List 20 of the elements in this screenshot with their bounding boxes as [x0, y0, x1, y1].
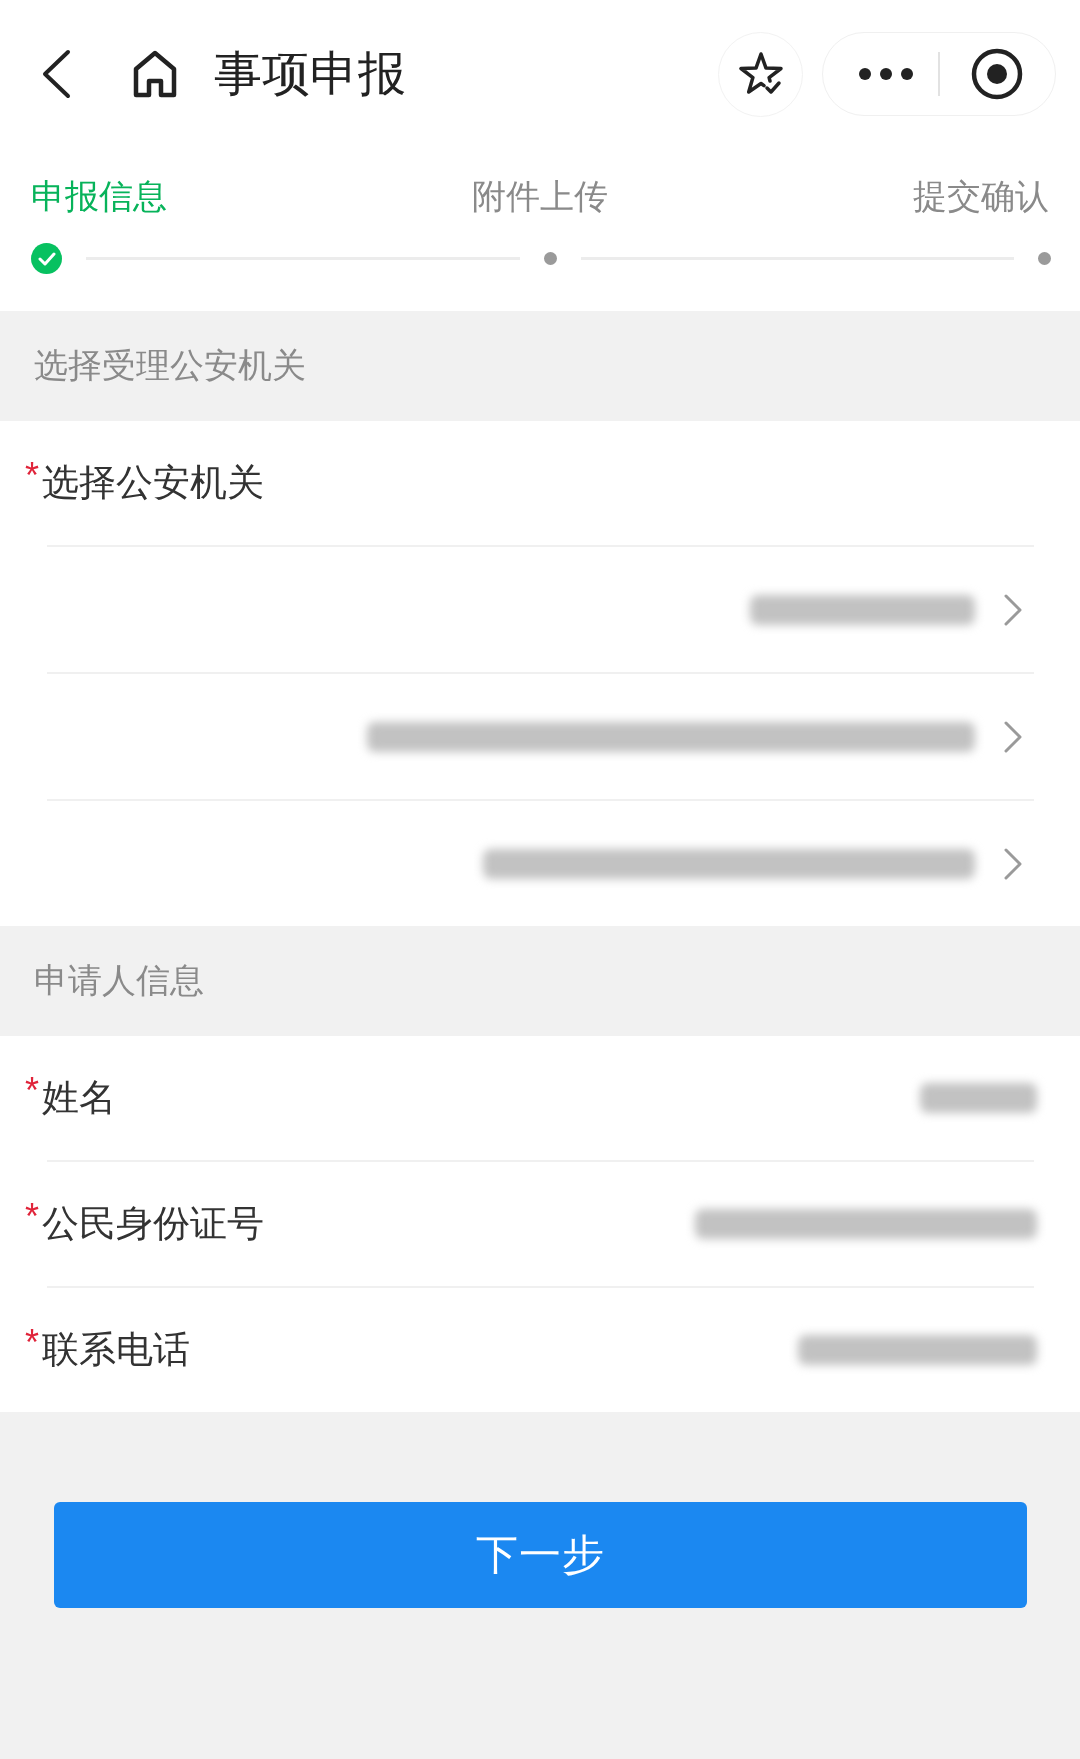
required-mark: *: [25, 458, 39, 494]
page-title: 事项申报: [214, 46, 406, 102]
field-label: 联系电话: [42, 1328, 190, 1372]
field-label: 公民身份证号: [42, 1202, 264, 1246]
field-label: 姓名: [42, 1076, 116, 1120]
chevron-right-icon[interactable]: [1003, 592, 1023, 627]
required-mark: *: [25, 1073, 39, 1109]
step-label: 附件上传: [472, 176, 608, 216]
next-button[interactable]: 下一步: [54, 1502, 1027, 1608]
step-label: 申报信息: [31, 176, 167, 216]
field-heading: 选择公安机关: [42, 461, 264, 505]
required-mark: *: [25, 1199, 39, 1235]
step-label: 提交确认: [913, 176, 1049, 216]
chevron-right-icon[interactable]: [1003, 846, 1023, 881]
circle-dot-icon[interactable]: [971, 48, 1023, 100]
back-icon[interactable]: [41, 49, 71, 99]
home-icon[interactable]: [132, 50, 178, 98]
more-icon[interactable]: [858, 67, 914, 81]
required-mark: *: [25, 1325, 39, 1361]
chevron-right-icon[interactable]: [1003, 719, 1023, 754]
